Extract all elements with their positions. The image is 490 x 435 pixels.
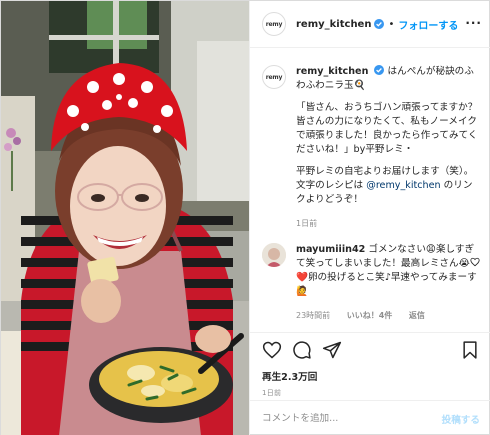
comment-bubble-icon[interactable] xyxy=(292,340,312,360)
post-video[interactable] xyxy=(1,1,249,435)
comment-username[interactable]: mayumiiin42 xyxy=(296,244,365,255)
caption-avatar-text: remy xyxy=(265,73,283,81)
caption-username[interactable]: remy_kitchen xyxy=(296,66,368,77)
verified-icon xyxy=(374,19,385,29)
like-heart-icon[interactable] xyxy=(262,340,282,360)
comment-likes[interactable]: いいね！4件 xyxy=(347,311,393,320)
caption-paragraph-1: 「皆さん、おうちゴハン頑張ってますか？皆さんの力になりたくて、私もノーメイクで頑… xyxy=(296,102,478,155)
caption-paragraph-2: 平野レミの自宅よりお届けします（笑）。文字のレシピは @remy_kitchen… xyxy=(296,165,480,207)
comment-time[interactable]: 23時間前 xyxy=(296,311,330,320)
caption-body: remy_kitchen はんぺんが秘訣のふわふわニラ玉🍳 「皆さん、おうちゴハ… xyxy=(296,65,480,231)
post-comment-button[interactable]: 投稿する xyxy=(442,412,480,426)
caption-mention-link[interactable]: @remy_kitchen xyxy=(366,180,440,191)
avatar[interactable]: remy xyxy=(262,12,286,36)
post-panel: remy remy_kitchen • フォローする ··· remy remy… xyxy=(249,1,490,435)
caption-meta: 1日前 xyxy=(296,217,480,231)
comments-area[interactable]: remy remy_kitchen はんぺんが秘訣のふわふわニラ玉🍳 「皆さん、… xyxy=(250,49,490,332)
comment-meta: 23時間前 いいね！4件 返信 xyxy=(296,309,480,323)
avatar-text: remy xyxy=(265,20,283,28)
action-icons xyxy=(262,339,480,361)
more-options-icon[interactable]: ··· xyxy=(465,17,482,29)
comment-avatar[interactable] xyxy=(262,243,286,267)
post-date[interactable]: 1日前 xyxy=(262,388,480,398)
caption-verified-icon xyxy=(374,65,385,75)
comment-reply-button[interactable]: 返信 xyxy=(409,311,425,320)
save-bookmark-icon[interactable] xyxy=(460,340,480,360)
view-count[interactable]: 再生2.3万回 xyxy=(262,369,480,383)
add-comment-bar: 投稿する xyxy=(250,400,490,435)
comment-row: mayumiiin42 ゴメンなさい😩楽しすぎて笑ってしまいました！最高レミさん… xyxy=(262,243,480,323)
add-comment-input[interactable] xyxy=(262,413,412,424)
share-paper-plane-icon[interactable] xyxy=(322,340,342,360)
post-header: remy remy_kitchen • フォローする ··· xyxy=(250,1,490,48)
caption-avatar[interactable]: remy xyxy=(262,65,286,89)
comment-avatar-image xyxy=(262,243,286,267)
caption-time[interactable]: 1日前 xyxy=(296,219,317,228)
separator-dot: • xyxy=(388,18,395,30)
caption-first-paragraph: remy_kitchen はんぺんが秘訣のふわふわニラ玉🍳 xyxy=(296,65,480,93)
post-actions: 再生2.3万回 1日前 投稿する xyxy=(250,332,490,435)
caption-row: remy remy_kitchen はんぺんが秘訣のふわふわニラ玉🍳 「皆さん、… xyxy=(262,65,480,231)
instagram-post: remy remy_kitchen • フォローする ··· remy remy… xyxy=(0,0,490,435)
follow-button[interactable]: フォローする xyxy=(398,17,458,32)
comment-body: mayumiiin42 ゴメンなさい😩楽しすぎて笑ってしまいました！最高レミさん… xyxy=(296,243,480,323)
video-frame xyxy=(1,1,249,435)
comment-like-heart-icon[interactable] xyxy=(470,257,480,267)
header-username[interactable]: remy_kitchen xyxy=(296,19,371,30)
